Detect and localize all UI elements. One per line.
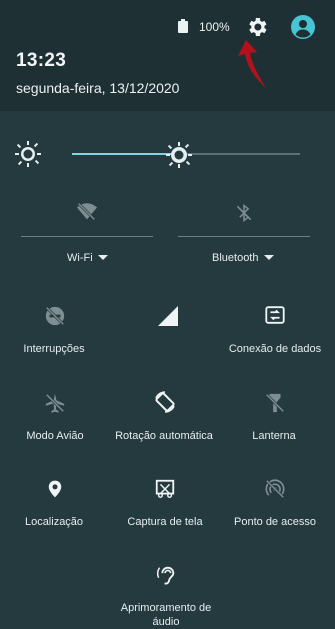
tile-label-modo-aviao[interactable]: Modo Avião <box>0 429 111 443</box>
status-bar: 100% <box>0 14 335 40</box>
auto-rotate-icon[interactable] <box>152 389 178 415</box>
location-icon[interactable] <box>43 477 67 501</box>
bluetooth-label[interactable]: Bluetooth <box>212 252 258 264</box>
wifi-dropdown-icon[interactable] <box>98 255 108 260</box>
mobile-data-icon[interactable] <box>263 303 287 327</box>
bluetooth-dropdown-icon[interactable] <box>264 255 274 260</box>
wifi-label[interactable]: Wi-Fi <box>67 252 93 264</box>
brightness-icon <box>14 140 42 173</box>
tile-label-lanterna[interactable]: Lanterna <box>218 429 330 443</box>
notification-header: 100% 13:23 segunda-feira, 13/12/2020 <box>0 0 335 111</box>
flashlight-off-icon[interactable] <box>263 391 287 415</box>
user-avatar-icon[interactable] <box>290 14 316 45</box>
do-not-disturb-off-icon[interactable] <box>43 304 67 328</box>
red-arrow-annotation-icon <box>236 36 272 97</box>
tile-label-interrupcoes[interactable]: Interrupções <box>0 342 110 356</box>
tile-label-aprimoramento-audio[interactable]: Aprimoramento de áudio <box>110 601 222 629</box>
brightness-slider-thumb[interactable] <box>166 142 193 173</box>
battery-icon <box>178 19 188 38</box>
tile-label-captura-tela[interactable]: Captura de tela <box>109 515 221 529</box>
wifi-divider <box>21 236 153 237</box>
clock-date: segunda-feira, 13/12/2020 <box>16 80 180 96</box>
tile-label-ponto-acesso[interactable]: Ponto de acesso <box>219 515 331 529</box>
wifi-off-icon[interactable] <box>75 200 99 224</box>
hotspot-off-icon[interactable] <box>263 477 287 501</box>
bluetooth-divider <box>178 236 310 237</box>
airplane-off-icon[interactable] <box>43 391 67 415</box>
tile-label-conexao-dados[interactable]: Conexão de dados <box>219 342 331 356</box>
brightness-slider-fill <box>72 153 180 155</box>
cellular-signal-icon[interactable] <box>155 303 181 329</box>
battery-percent: 100% <box>199 20 230 34</box>
tile-label-rotacao-automatica[interactable]: Rotação automática <box>108 429 220 443</box>
clock-time: 13:23 <box>16 50 67 71</box>
screenshot-icon[interactable] <box>153 477 177 501</box>
bluetooth-off-icon[interactable] <box>232 201 256 225</box>
tile-label-localizacao[interactable]: Localização <box>0 515 110 529</box>
hearing-icon[interactable] <box>154 563 178 587</box>
